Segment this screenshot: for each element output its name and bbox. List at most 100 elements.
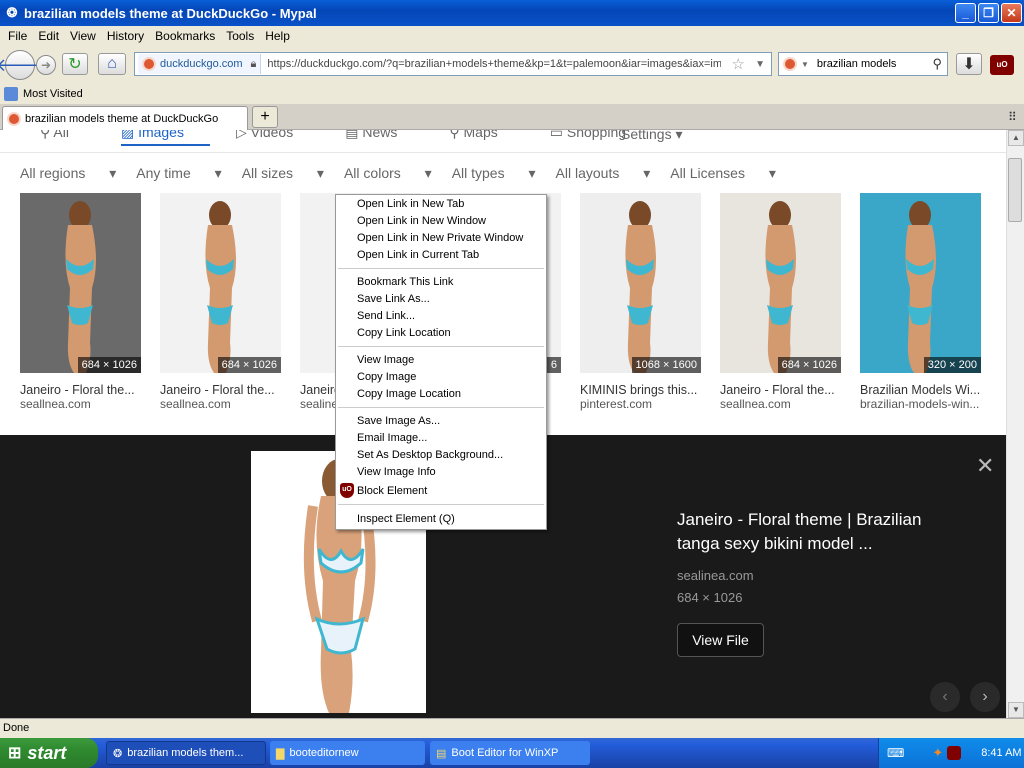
next-image-button[interactable]: ›	[970, 682, 1000, 712]
tab-active[interactable]: brazilian models theme at DuckDuckGo	[2, 106, 248, 130]
tab-news[interactable]: ▤ News	[345, 130, 423, 146]
tab-all[interactable]: ⚲ All	[40, 130, 95, 146]
filter-license[interactable]: All Licenses ▾	[670, 165, 776, 182]
result-source[interactable]: pinterest.com	[580, 397, 701, 411]
ctx-block-element[interactable]: Block Element	[357, 483, 427, 500]
ctx-view-image-info[interactable]: View Image Info	[357, 464, 436, 481]
result-title[interactable]: KIMINIS brings this...	[580, 383, 701, 397]
ublock-toolbar-icon[interactable]: uO	[990, 55, 1014, 75]
ctx-set-desktop-background[interactable]: Set As Desktop Background...	[357, 447, 503, 464]
image-result[interactable]: 684 × 1026 Janeiro - Floral the... seallne…	[720, 193, 841, 411]
downloads-button[interactable]: ⬇	[956, 53, 982, 75]
ctx-open-current-tab[interactable]: Open Link in Current Tab	[357, 247, 479, 264]
minimize-button[interactable]: _	[955, 3, 976, 23]
taskbar-task-browser[interactable]: ❂ brazilian models them...	[106, 741, 266, 765]
ctx-copy-image-location[interactable]: Copy Image Location	[357, 386, 461, 403]
search-magnifier-icon[interactable]: ⚲	[932, 56, 942, 72]
filter-region[interactable]: All regions ▾	[20, 165, 116, 182]
menu-history[interactable]: History	[103, 29, 148, 43]
firewall-tray-icon[interactable]: ✦	[932, 745, 943, 761]
reload-button[interactable]: ↻	[62, 53, 88, 75]
filter-type[interactable]: All types ▾	[452, 165, 536, 182]
taskbar-task-folder[interactable]: ▇ booteditornew	[270, 741, 425, 765]
menu-help[interactable]: Help	[261, 29, 294, 43]
ctx-save-image[interactable]: Save Image As...	[357, 413, 440, 430]
ctx-view-image[interactable]: View Image	[357, 352, 414, 369]
tab-maps[interactable]: ⚲ Maps	[449, 130, 523, 146]
result-thumbnail[interactable]: 1068 × 1600	[580, 193, 701, 373]
menu-bookmarks[interactable]: Bookmarks	[151, 29, 219, 43]
maximize-button[interactable]: ❐	[978, 3, 999, 23]
result-source[interactable]: brazilian-models-win...	[860, 397, 981, 411]
settings-dropdown[interactable]: Settings ▾	[621, 130, 683, 143]
ctx-open-private-window[interactable]: Open Link in New Private Window	[357, 230, 523, 247]
filter-color[interactable]: All colors ▾	[344, 165, 432, 182]
search-engine-dropdown-icon[interactable]: ▼	[801, 60, 809, 69]
filter-size[interactable]: All sizes ▾	[242, 165, 324, 182]
taskbar-task-boot-editor[interactable]: ▤ Boot Editor for WinXP	[430, 741, 590, 765]
ctx-bookmark-link[interactable]: Bookmark This Link	[357, 274, 453, 291]
url-dropdown-icon[interactable]: ▼	[755, 59, 765, 70]
result-thumbnail[interactable]: 320 × 200	[860, 193, 981, 373]
menu-file[interactable]: File	[4, 29, 31, 43]
reload-icon: ↻	[68, 56, 82, 73]
start-button[interactable]: ⊞ start	[0, 738, 98, 768]
ctx-save-link[interactable]: Save Link As...	[357, 291, 430, 308]
new-tab-button[interactable]: +	[252, 106, 278, 128]
result-thumbnail[interactable]: 684 × 1026	[20, 193, 141, 373]
tab-list-icon[interactable]: ⠿	[1008, 110, 1017, 124]
result-title[interactable]: Janeiro - Floral the...	[20, 383, 141, 397]
tab-videos[interactable]: ▷ Videos	[236, 130, 319, 146]
detail-title[interactable]: Janeiro - Floral theme | Brazilian tanga…	[677, 508, 967, 556]
ctx-inspect-element[interactable]: Inspect Element (Q)	[357, 511, 455, 528]
ctx-separator	[338, 346, 544, 347]
result-title[interactable]: Janeiro - Floral the...	[160, 383, 281, 397]
ctx-email-image[interactable]: Email Image...	[357, 430, 427, 447]
search-input[interactable]: brazilian models	[817, 58, 896, 70]
result-title[interactable]: Brazilian Models Wi...	[860, 383, 981, 397]
scroll-up-icon[interactable]: ▲	[1008, 130, 1024, 146]
filter-time[interactable]: Any time ▾	[136, 165, 221, 182]
back-button[interactable]: 🡐	[0, 50, 44, 80]
url-bar[interactable]: duckduckgo.com 🔒︎ https://duckduckgo.com…	[134, 52, 772, 76]
menu-edit[interactable]: Edit	[34, 29, 63, 43]
result-source[interactable]: seallnea.com	[720, 397, 841, 411]
image-result[interactable]: 684 × 1026 Janeiro - Floral the... seallne…	[160, 193, 281, 411]
ctx-send-link[interactable]: Send Link...	[357, 308, 415, 325]
ctx-copy-link-location[interactable]: Copy Link Location	[357, 325, 451, 342]
bookmark-star-icon[interactable]: ☆	[732, 55, 745, 73]
scroll-down-icon[interactable]: ▼	[1008, 702, 1024, 718]
keyboard-tray-icon[interactable]: ⌨	[887, 746, 904, 760]
menu-view[interactable]: View	[66, 29, 100, 43]
home-button[interactable]: ⌂	[98, 53, 126, 75]
window-titlebar[interactable]: ❂ brazilian models theme at DuckDuckGo -…	[0, 0, 1024, 26]
ctx-open-new-tab[interactable]: Open Link in New Tab	[357, 196, 464, 213]
result-thumbnail[interactable]: 684 × 1026	[160, 193, 281, 373]
result-title[interactable]: Janeiro - Floral the...	[720, 383, 841, 397]
result-source[interactable]: seallnea.com	[160, 397, 281, 411]
image-result[interactable]: 1068 × 1600 KIMINIS brings this... pintere…	[580, 193, 701, 411]
tab-images[interactable]: ▨ Images	[120, 130, 210, 146]
previous-image-button[interactable]: ‹	[930, 682, 960, 712]
result-source[interactable]: seallnea.com	[20, 397, 141, 411]
menu-tools[interactable]: Tools	[222, 29, 258, 43]
ctx-copy-image[interactable]: Copy Image	[357, 369, 416, 386]
scrollbar-thumb[interactable]	[1008, 158, 1022, 222]
close-detail-icon[interactable]: ✕	[976, 453, 994, 479]
close-window-button[interactable]: ✕	[1001, 3, 1022, 23]
most-visited-bookmark[interactable]: Most Visited	[23, 88, 83, 100]
forward-button[interactable]: ➜	[36, 55, 56, 75]
ctx-open-new-window[interactable]: Open Link in New Window	[357, 213, 486, 230]
result-thumbnail[interactable]: 684 × 1026	[720, 193, 841, 373]
site-identity[interactable]: duckduckgo.com 🔒︎	[138, 54, 262, 74]
detail-source[interactable]: sealinea.com	[677, 568, 754, 583]
image-result[interactable]: 320 × 200 Brazilian Models Wi... brazilian…	[860, 193, 981, 411]
ublock-tray-icon[interactable]	[947, 746, 962, 760]
search-engine-icon[interactable]	[783, 57, 797, 71]
search-bar[interactable]: ▼ brazilian models ⚲	[778, 52, 948, 76]
url-text[interactable]: https://duckduckgo.com/?q=brazilian+mode…	[261, 58, 721, 70]
filter-layout[interactable]: All layouts ▾	[556, 165, 651, 182]
view-file-button[interactable]: View File	[677, 623, 764, 657]
folder-task-icon: ▇	[276, 747, 285, 760]
image-result[interactable]: 684 × 1026 Janeiro - Floral the... seallne…	[20, 193, 141, 411]
